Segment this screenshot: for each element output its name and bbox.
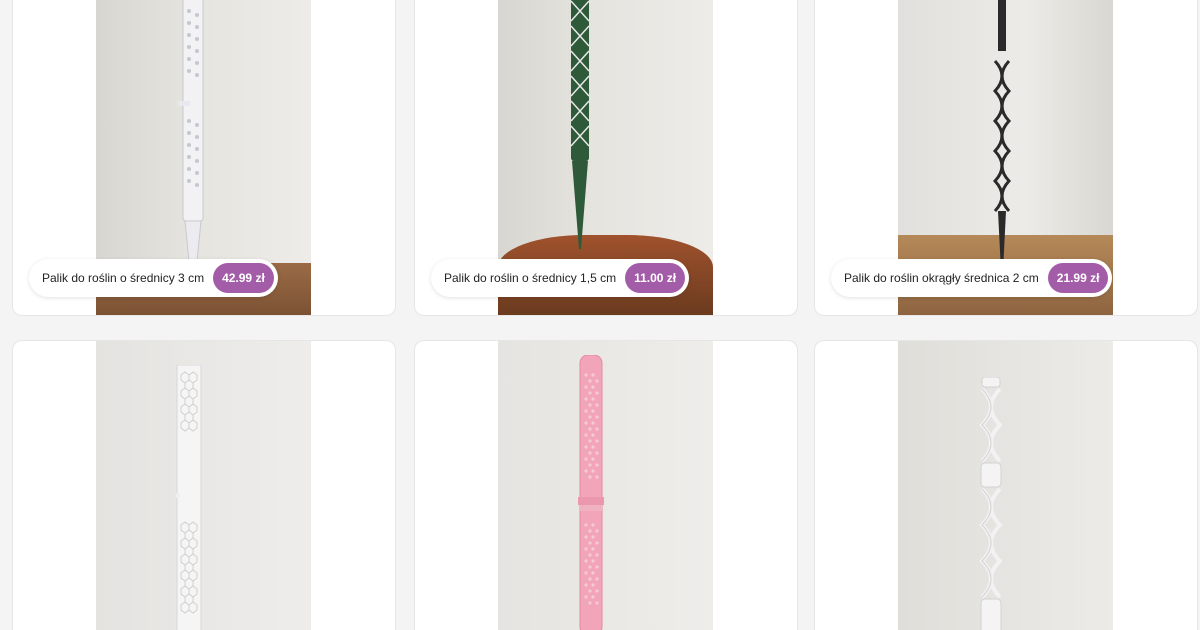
product-grid: Palik do roślin o średnicy 3 cm 42.99 zł…	[0, 0, 1200, 630]
product-image[interactable]	[498, 341, 713, 630]
product-label[interactable]: Palik do roślin okrągły średnica 2 cm 21…	[831, 259, 1113, 297]
product-card[interactable]: Palik do roślin o średnicy 3 cm 42.99 zł	[12, 0, 396, 316]
price-badge: 42.99 zł	[213, 263, 274, 293]
product-image[interactable]	[96, 341, 311, 630]
product-card[interactable]	[414, 340, 798, 630]
product-name[interactable]: Palik do roślin o średnicy 3 cm	[42, 271, 204, 285]
product-card[interactable]: Palik do roślin o średnicy 1,5 cm 11.00 …	[414, 0, 798, 316]
price-badge: 11.00 zł	[625, 263, 686, 293]
price-badge: 21.99 zł	[1047, 263, 1109, 293]
product-card[interactable]	[12, 340, 396, 630]
product-name[interactable]: Palik do roślin o średnicy 1,5 cm	[444, 271, 616, 285]
product-card[interactable]	[814, 340, 1198, 630]
product-name[interactable]: Palik do roślin okrągły średnica 2 cm	[844, 271, 1039, 285]
product-card[interactable]: Palik do roślin okrągły średnica 2 cm 21…	[814, 0, 1198, 316]
product-image[interactable]	[898, 341, 1113, 630]
product-label[interactable]: Palik do roślin o średnicy 1,5 cm 11.00 …	[431, 259, 690, 297]
product-label[interactable]: Palik do roślin o średnicy 3 cm 42.99 zł	[29, 259, 278, 297]
